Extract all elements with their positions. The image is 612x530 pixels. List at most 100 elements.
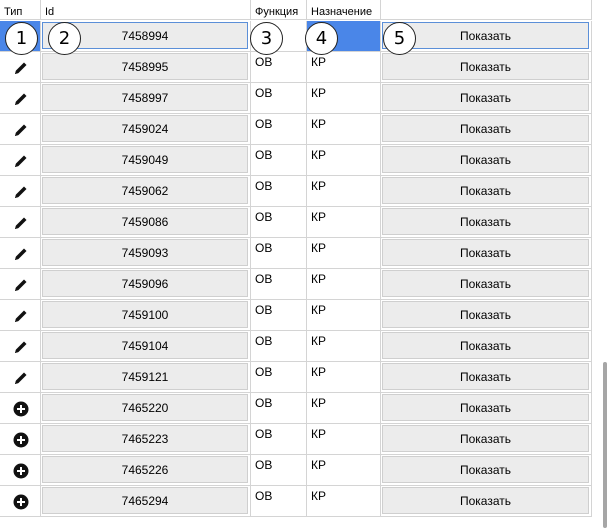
function-cell[interactable]: ОВ	[251, 207, 307, 238]
type-cell[interactable]	[0, 362, 41, 393]
show-button[interactable]: Показать	[382, 363, 589, 390]
id-button[interactable]: 7459086	[42, 208, 248, 235]
table-row[interactable]: 7459121 ОВ КР Показать	[0, 362, 599, 393]
destination-cell[interactable]: КР	[307, 269, 381, 300]
id-button[interactable]: 7465220	[42, 394, 248, 421]
type-cell[interactable]	[0, 300, 41, 331]
show-button[interactable]: Показать	[382, 146, 589, 173]
column-header-type[interactable]: Тип	[0, 0, 41, 20]
type-cell[interactable]	[0, 145, 41, 176]
destination-cell[interactable]: КР	[307, 145, 381, 176]
table-row[interactable]: 7459024 ОВ КР Показать	[0, 114, 599, 145]
table-row[interactable]: 7459100 ОВ КР Показать	[0, 300, 599, 331]
type-cell[interactable]	[0, 83, 41, 114]
table-row[interactable]: 7459086 ОВ КР Показать	[0, 207, 599, 238]
show-button[interactable]: Показать	[382, 394, 589, 421]
destination-cell[interactable]: КР	[307, 238, 381, 269]
destination-cell[interactable]: КР	[307, 424, 381, 455]
function-cell[interactable]: ОВ	[251, 269, 307, 300]
id-button[interactable]: 7459093	[42, 239, 248, 266]
destination-cell[interactable]: КР	[307, 207, 381, 238]
destination-cell[interactable]: КР	[307, 114, 381, 145]
table-row[interactable]: 7465220 ОВ КР Показать	[0, 393, 599, 424]
table-row[interactable]: 7459096 ОВ КР Показать	[0, 269, 599, 300]
function-cell[interactable]: ОВ	[251, 300, 307, 331]
type-cell[interactable]	[0, 424, 41, 455]
table-row[interactable]: 7459093 ОВ КР Показать	[0, 238, 599, 269]
destination-cell[interactable]: КР	[307, 362, 381, 393]
show-button[interactable]: Показать	[382, 208, 589, 235]
id-button[interactable]: 7459104	[42, 332, 248, 359]
show-button[interactable]: Показать	[382, 270, 589, 297]
id-button[interactable]: 7459049	[42, 146, 248, 173]
scrollbar-thumb[interactable]	[603, 362, 607, 528]
show-button[interactable]: Показать	[382, 239, 589, 266]
function-cell[interactable]: ОВ	[251, 486, 307, 517]
show-button[interactable]: Показать	[382, 177, 589, 204]
destination-cell[interactable]: КР	[307, 486, 381, 517]
table-row[interactable]: 7465226 ОВ КР Показать	[0, 455, 599, 486]
show-button[interactable]: Показать	[382, 456, 589, 483]
destination-cell[interactable]: КР	[307, 331, 381, 362]
function-cell[interactable]: ОВ	[251, 145, 307, 176]
id-button[interactable]: 7465223	[42, 425, 248, 452]
column-header-id[interactable]: Id	[41, 0, 251, 20]
id-button[interactable]: 7458997	[42, 84, 248, 111]
show-button[interactable]: Показать	[382, 84, 589, 111]
destination-cell[interactable]: КР	[307, 83, 381, 114]
show-button[interactable]: Показать	[382, 332, 589, 359]
table-row[interactable]: 7465294 ОВ КР Показать	[0, 486, 599, 517]
id-button[interactable]: 7459121	[42, 363, 248, 390]
show-button[interactable]: Показать	[382, 487, 589, 514]
destination-cell[interactable]: КР	[307, 393, 381, 424]
id-button[interactable]: 7458995	[42, 53, 248, 80]
type-cell[interactable]	[0, 176, 41, 207]
destination-cell[interactable]: КР	[307, 176, 381, 207]
function-cell[interactable]: ОВ	[251, 114, 307, 145]
show-button[interactable]: Показать	[382, 53, 589, 80]
id-button[interactable]: 7459100	[42, 301, 248, 328]
vertical-scrollbar[interactable]	[599, 0, 612, 530]
type-cell[interactable]	[0, 331, 41, 362]
annotation-marker-4: 4	[305, 22, 338, 55]
table-row[interactable]: 7459104 ОВ КР Показать	[0, 331, 599, 362]
destination-cell[interactable]: КР	[307, 52, 381, 83]
table-row[interactable]: 7458997 ОВ КР Показать	[0, 83, 599, 114]
function-cell[interactable]: ОВ	[251, 176, 307, 207]
id-button[interactable]: 7465226	[42, 456, 248, 483]
type-cell[interactable]	[0, 238, 41, 269]
id-button[interactable]: 7459024	[42, 115, 248, 142]
destination-value: КР	[311, 458, 326, 472]
column-header-function[interactable]: Функция	[251, 0, 307, 20]
function-cell[interactable]: ОВ	[251, 424, 307, 455]
type-cell[interactable]	[0, 207, 41, 238]
function-cell[interactable]: ОВ	[251, 331, 307, 362]
type-cell[interactable]	[0, 455, 41, 486]
annotation-marker-5: 5	[383, 22, 416, 55]
table-row[interactable]: 7458994 Показать	[0, 21, 599, 52]
id-button[interactable]: 7465294	[42, 487, 248, 514]
destination-cell[interactable]: КР	[307, 455, 381, 486]
type-cell[interactable]	[0, 114, 41, 145]
column-header-destination[interactable]: Назначение	[307, 0, 381, 20]
function-cell[interactable]: ОВ	[251, 52, 307, 83]
destination-cell[interactable]: КР	[307, 300, 381, 331]
type-cell[interactable]	[0, 486, 41, 517]
function-cell[interactable]: ОВ	[251, 362, 307, 393]
function-cell[interactable]: ОВ	[251, 83, 307, 114]
type-cell[interactable]	[0, 269, 41, 300]
function-cell[interactable]: ОВ	[251, 455, 307, 486]
table-row[interactable]: 7465223 ОВ КР Показать	[0, 424, 599, 455]
function-cell[interactable]: ОВ	[251, 393, 307, 424]
id-button[interactable]: 7459062	[42, 177, 248, 204]
table-row[interactable]: 7458995 ОВ КР Показать	[0, 52, 599, 83]
show-button[interactable]: Показать	[382, 301, 589, 328]
table-row[interactable]: 7459062 ОВ КР Показать	[0, 176, 599, 207]
show-button[interactable]: Показать	[382, 115, 589, 142]
id-button[interactable]: 7459096	[42, 270, 248, 297]
show-button[interactable]: Показать	[382, 425, 589, 452]
table-row[interactable]: 7459049 ОВ КР Показать	[0, 145, 599, 176]
function-cell[interactable]: ОВ	[251, 238, 307, 269]
type-cell[interactable]	[0, 52, 41, 83]
type-cell[interactable]	[0, 393, 41, 424]
